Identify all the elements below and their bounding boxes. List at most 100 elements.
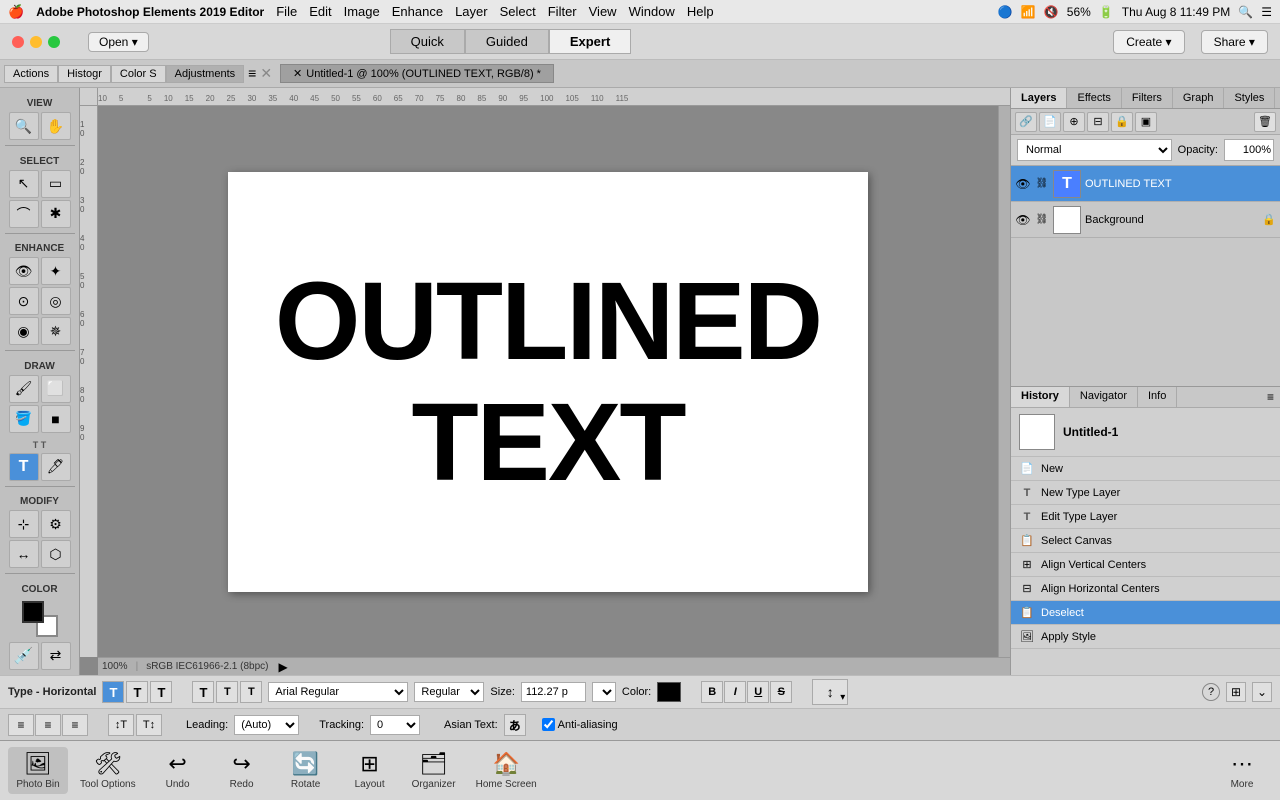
new-layer-btn[interactable]: 📄 bbox=[1039, 112, 1061, 132]
expand-btn[interactable]: ⌄ bbox=[1252, 682, 1272, 702]
lasso-tool[interactable]: ⌒ bbox=[9, 200, 39, 228]
tool-options-tool[interactable]: 🛠 Tool Options bbox=[72, 747, 144, 794]
align-right-btn[interactable]: ≡ bbox=[62, 714, 88, 736]
leading-select[interactable]: (Auto) bbox=[234, 715, 299, 735]
history-item-select-canvas[interactable]: 📋 Select Canvas bbox=[1011, 529, 1280, 553]
blur-tool[interactable]: ◎ bbox=[41, 287, 71, 315]
help-icon[interactable]: ? bbox=[1202, 683, 1220, 701]
scroll-right[interactable] bbox=[998, 106, 1010, 657]
options-icon-btn[interactable]: ⊞ bbox=[1226, 682, 1246, 702]
apple-menu[interactable]: 🍎 bbox=[8, 4, 24, 20]
layer-visibility-2[interactable]: 👁 bbox=[1015, 212, 1031, 228]
menu-file[interactable]: File bbox=[276, 4, 297, 19]
layer-item-background[interactable]: 👁 ⛓ Background 🔒 bbox=[1011, 202, 1280, 238]
tab-styles[interactable]: Styles bbox=[1224, 88, 1275, 108]
menu-layer[interactable]: Layer bbox=[455, 4, 488, 19]
asian-text-btn[interactable]: ぁ bbox=[504, 714, 526, 736]
size-unit-select[interactable] bbox=[592, 682, 616, 702]
share-button[interactable]: Share ▾ bbox=[1201, 30, 1268, 54]
color-picker[interactable] bbox=[657, 682, 681, 702]
canvas-menu-icon[interactable]: ▶ bbox=[278, 660, 287, 674]
zoom-tool[interactable]: 🔍 bbox=[9, 112, 39, 140]
clone-tool[interactable]: ⊙ bbox=[9, 287, 39, 315]
mask-btn[interactable]: ⊟ bbox=[1087, 112, 1109, 132]
history-item-edit-type-layer[interactable]: T Edit Type Layer bbox=[1011, 505, 1280, 529]
align-left-btn[interactable]: ≡ bbox=[8, 714, 34, 736]
tab-quick[interactable]: Quick bbox=[390, 29, 465, 54]
paint-bucket-tool[interactable]: 🪣 bbox=[9, 405, 39, 433]
menu-select[interactable]: Select bbox=[500, 4, 536, 19]
layer-item-outlined-text[interactable]: 👁 ⛓ T OUTLINED TEXT bbox=[1011, 166, 1280, 202]
shape-tool[interactable]: ■ bbox=[41, 405, 71, 433]
menu-help[interactable]: Help bbox=[687, 4, 714, 19]
canvas-wrapper[interactable]: OUTLINED TEXT bbox=[98, 106, 998, 657]
tab-graph[interactable]: Graph bbox=[1173, 88, 1225, 108]
link-layers-btn[interactable]: 🔗 bbox=[1015, 112, 1037, 132]
hand-tool[interactable]: ✋ bbox=[41, 112, 71, 140]
font-select[interactable]: Arial Regular bbox=[268, 682, 408, 702]
doc-tab-close[interactable]: ✕ bbox=[293, 67, 302, 80]
color-swap[interactable]: ⇄ bbox=[41, 642, 71, 670]
tab-navigator[interactable]: Navigator bbox=[1070, 387, 1138, 407]
bold-btn[interactable]: B bbox=[701, 681, 723, 703]
healing-tool[interactable]: ✦ bbox=[41, 257, 71, 285]
maximize-btn[interactable] bbox=[48, 36, 60, 48]
recompose-tool[interactable]: ⚙ bbox=[41, 510, 71, 538]
type-align-btn[interactable]: T bbox=[240, 681, 262, 703]
photo-bin-tool[interactable]: 🖼 Photo Bin bbox=[8, 747, 68, 794]
more-tool[interactable]: ⋯ More bbox=[1212, 747, 1272, 794]
align-center-btn[interactable]: ≡ bbox=[35, 714, 61, 736]
tracking-select[interactable]: 0 bbox=[370, 715, 420, 735]
panel-tab-adjustments[interactable]: Adjustments bbox=[166, 65, 245, 83]
menu-enhance[interactable]: Enhance bbox=[392, 4, 443, 19]
history-item-apply-style[interactable]: 🖼 Apply Style bbox=[1011, 625, 1280, 649]
italic-btn[interactable]: I bbox=[724, 681, 746, 703]
type-v-mask-btn[interactable]: T bbox=[192, 681, 214, 703]
tab-filters[interactable]: Filters bbox=[1122, 88, 1173, 108]
tab-effects[interactable]: Effects bbox=[1067, 88, 1121, 108]
crop-tool[interactable]: ⊹ bbox=[9, 510, 39, 538]
menu-edit[interactable]: Edit bbox=[309, 4, 331, 19]
blend-mode-select[interactable]: Normal Multiply Screen bbox=[1017, 139, 1172, 161]
type-warp-btn[interactable]: T bbox=[216, 681, 238, 703]
red-eye-tool[interactable]: 👁 bbox=[9, 257, 39, 285]
menu-window[interactable]: Window bbox=[629, 4, 675, 19]
type-horizontal-btn[interactable]: T bbox=[102, 681, 124, 703]
create-button[interactable]: Create ▾ bbox=[1113, 30, 1184, 54]
menu-filter[interactable]: Filter bbox=[548, 4, 577, 19]
panel-tab-histogr[interactable]: Histogr bbox=[58, 65, 111, 83]
open-button[interactable]: Open ▾ bbox=[88, 32, 149, 52]
panel-close-icon[interactable]: ✕ bbox=[260, 65, 272, 83]
close-btn[interactable] bbox=[12, 36, 24, 48]
history-item-deselect[interactable]: 📋 Deselect bbox=[1011, 601, 1280, 625]
adjustment-layer-btn[interactable]: ⊕ bbox=[1063, 112, 1085, 132]
minimize-btn[interactable] bbox=[30, 36, 42, 48]
underline-btn[interactable]: U bbox=[747, 681, 769, 703]
menu-image[interactable]: Image bbox=[344, 4, 380, 19]
vertical-type-btn1[interactable]: ↕T bbox=[108, 714, 134, 736]
eraser-tool[interactable]: ⬜ bbox=[41, 375, 71, 403]
quick-select-tool[interactable]: ✱ bbox=[41, 200, 71, 228]
panel-tab-colors[interactable]: Color S bbox=[111, 65, 166, 83]
history-item-new-type-layer[interactable]: T New Type Layer bbox=[1011, 481, 1280, 505]
type-tool[interactable]: T bbox=[9, 453, 39, 481]
sponge-tool[interactable]: ◉ bbox=[9, 317, 39, 345]
rotate-tool[interactable]: 🔄 Rotate bbox=[276, 747, 336, 794]
strikethrough-btn[interactable]: S bbox=[770, 681, 792, 703]
redo-tool[interactable]: ↪ Redo bbox=[212, 747, 272, 794]
paint-tool[interactable]: 🖊 bbox=[41, 453, 71, 481]
type-vertical-btn[interactable]: T bbox=[126, 681, 148, 703]
brush-tool[interactable]: 🖌 bbox=[9, 375, 39, 403]
lower-panel-options[interactable]: ≡ bbox=[1261, 387, 1280, 407]
lock-btn[interactable]: 🔒 bbox=[1111, 112, 1133, 132]
move-tool[interactable]: ↖ bbox=[9, 170, 39, 198]
marquee-tool[interactable]: ▭ bbox=[41, 170, 71, 198]
undo-tool[interactable]: ↩ Undo bbox=[148, 747, 208, 794]
home-screen-tool[interactable]: 🏠 Home Screen bbox=[468, 747, 545, 794]
delete-layer-btn[interactable]: 🗑 bbox=[1254, 112, 1276, 132]
canvas[interactable]: OUTLINED TEXT bbox=[228, 172, 868, 592]
layer-visibility-1[interactable]: 👁 bbox=[1015, 176, 1031, 192]
straighten-tool[interactable]: ↔ bbox=[9, 540, 39, 568]
smart-brush-tool[interactable]: ✵ bbox=[41, 317, 71, 345]
eyedropper-tool[interactable]: 💉 bbox=[9, 642, 39, 670]
